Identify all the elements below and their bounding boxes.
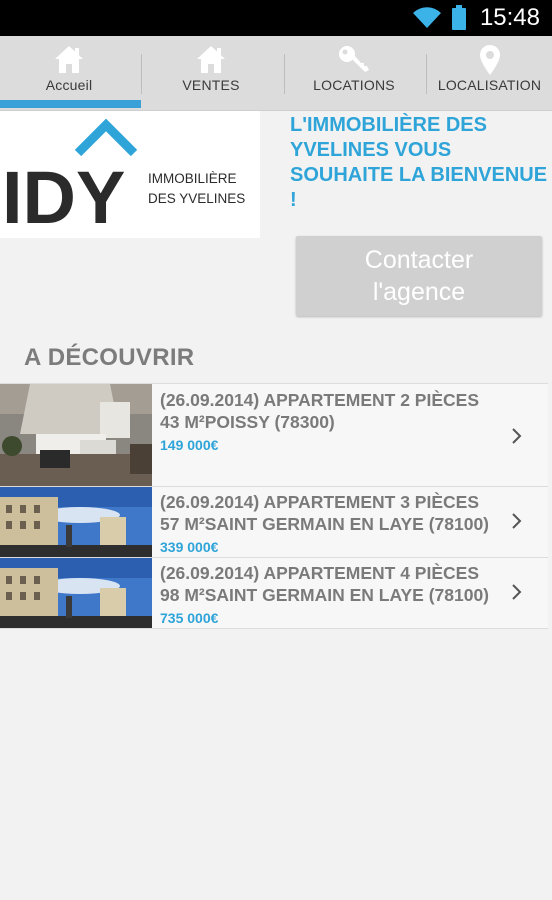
tab-label: LOCALISATION: [437, 77, 542, 93]
apartment-interior-photo: [0, 384, 152, 486]
logo-line2: DES YVELINES: [148, 191, 245, 206]
status-bar: 15:48: [0, 0, 552, 36]
listing-item[interactable]: (26.09.2014) APPARTEMENT 3 PIÈCES 57 M²S…: [0, 486, 548, 558]
listing-title: (26.09.2014) APPARTEMENT 2 PIÈCES 43 M²P…: [160, 390, 479, 432]
listing-title: (26.09.2014) APPARTEMENT 3 PIÈCES 57 M²S…: [160, 492, 490, 534]
agency-logo: IDY IMMOBILIÈRE DES YVELINES: [0, 111, 260, 239]
map-pin-icon: [479, 45, 500, 75]
chevron-right-icon: [512, 513, 522, 529]
listing-item[interactable]: (26.09.2014) APPARTEMENT 4 PIÈCES 98 M²S…: [0, 557, 548, 629]
tab-label: VENTES: [182, 77, 240, 93]
key-icon: [339, 46, 369, 72]
logo-letters: IDY: [2, 156, 125, 238]
tab-localisation[interactable]: LOCALISATION: [427, 36, 552, 110]
contact-button-label: Contacter l'agence: [364, 246, 474, 306]
wifi-icon: [413, 7, 441, 29]
listing-price: 735 000€: [160, 610, 219, 626]
logo-graphic: IDY IMMOBILIÈRE DES YVELINES: [2, 118, 245, 239]
section-title: A DÉCOUVRIR: [24, 344, 195, 371]
tab-ventes[interactable]: VENTES: [142, 36, 280, 110]
listing-title: (26.09.2014) APPARTEMENT 4 PIÈCES 98 M²S…: [160, 563, 490, 605]
building-street-photo: [0, 487, 152, 557]
listing-item[interactable]: (26.09.2014) APPARTEMENT 2 PIÈCES 43 M²P…: [0, 383, 548, 487]
listing-price: 149 000€: [160, 437, 219, 453]
listing-price: 339 000€: [160, 539, 219, 555]
clock: 15:48: [479, 4, 540, 31]
tab-label: LOCATIONS: [313, 77, 395, 93]
home-icon: [197, 46, 225, 73]
welcome-message: L'IMMOBILIÈRE DES YVELINES VOUS SOUHAITE…: [290, 114, 548, 211]
tab-label: Accueil: [45, 77, 93, 93]
contact-agency-button[interactable]: Contacter l'agence: [296, 236, 542, 316]
tab-locations[interactable]: LOCATIONS: [285, 36, 423, 110]
battery-icon: [452, 5, 466, 30]
chevron-right-icon: [512, 584, 522, 600]
selected-tab-indicator: [0, 100, 141, 108]
chevron-right-icon: [512, 428, 522, 444]
tab-accueil[interactable]: Accueil: [0, 36, 138, 110]
logo-line1: IMMOBILIÈRE: [148, 171, 237, 186]
building-street-photo: [0, 558, 152, 628]
home-icon: [55, 46, 83, 73]
